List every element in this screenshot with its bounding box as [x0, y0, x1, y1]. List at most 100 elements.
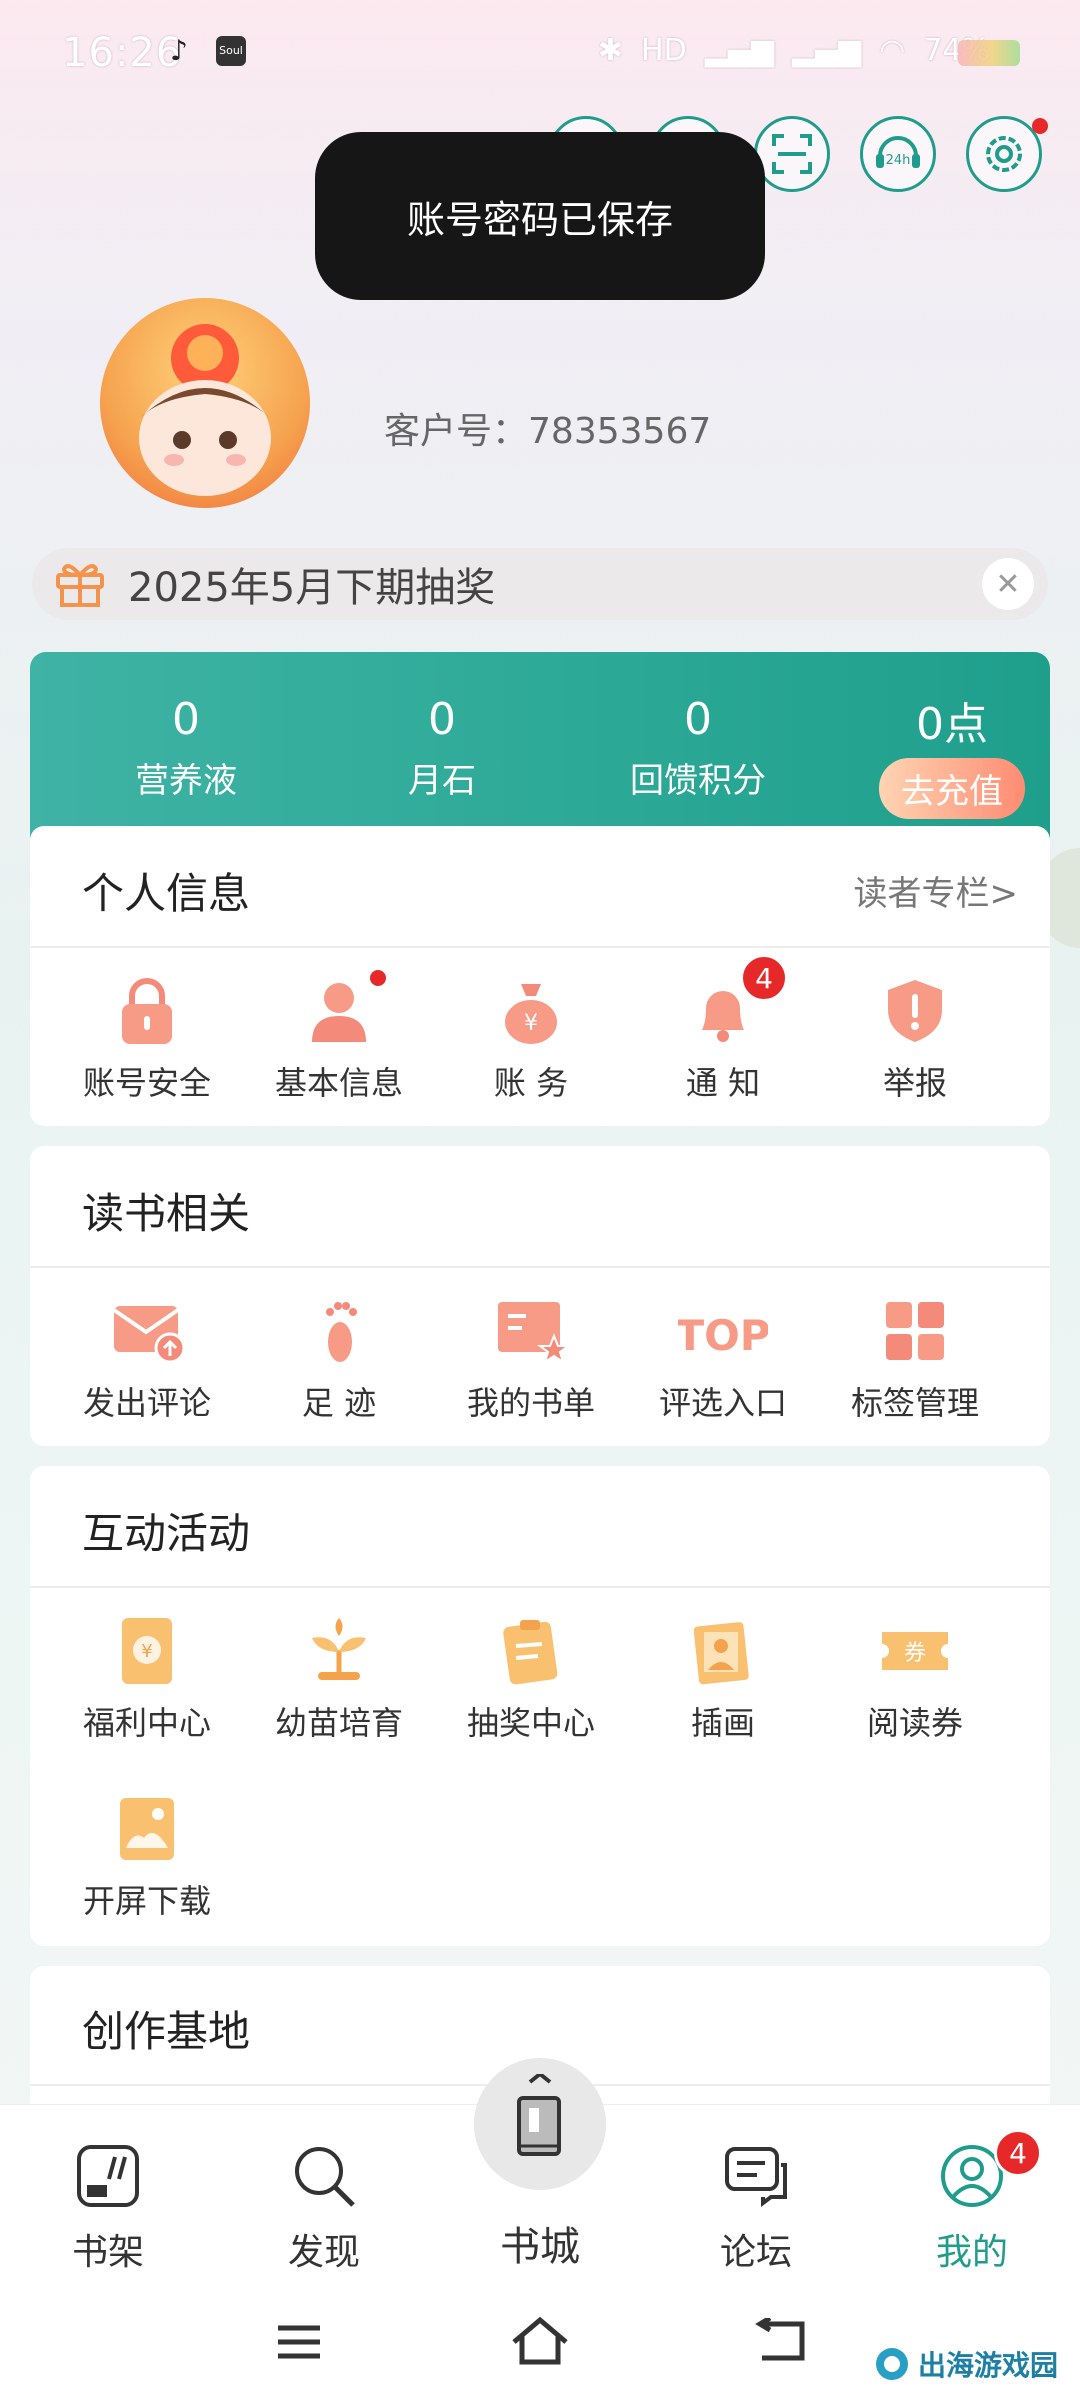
tag-management-item[interactable]: 标签管理 [820, 1296, 1010, 1424]
customer-id: 78353567 [528, 411, 712, 452]
svg-text:¥: ¥ [524, 1011, 538, 1036]
notification-badge: 4 [740, 954, 788, 1002]
watermark-text: 出海游戏园 [917, 2349, 1058, 2382]
stat-points[interactable]: 0 回馈积分 [598, 694, 798, 802]
personal-info-card: 个人信息 读者专栏> 账号安全 基本信息 ¥ 账 务 4 通 知 举报 [30, 826, 1050, 1126]
bluetooth-icon: ✱ [597, 32, 624, 68]
grid-icon [880, 1296, 950, 1366]
status-indicators: ✱ HD ▂▄▆ ▂▄▆ ◠ 74% [598, 30, 990, 70]
nav-label: 发现 [287, 2232, 360, 2273]
signal-icon: ▂▄▆ [704, 32, 774, 68]
illustration-item[interactable]: 插画 [628, 1616, 818, 1744]
avatar[interactable] [100, 298, 310, 508]
item-label: 足 迹 [301, 1384, 377, 1422]
wifi-icon: ◠ [879, 32, 906, 68]
welfare-center-item[interactable]: ¥ 福利中心 [52, 1616, 242, 1744]
reading-coupon-item[interactable]: 券 阅读券 [820, 1616, 1010, 1744]
red-envelope-icon: ¥ [112, 1616, 182, 1686]
tiktok-icon: ♪ [170, 34, 188, 67]
lottery-center-item[interactable]: 抽奖中心 [436, 1616, 626, 1744]
item-label: 福利中心 [82, 1704, 211, 1742]
menu-icon[interactable] [274, 2322, 324, 2362]
item-label: 插画 [690, 1704, 755, 1742]
customer-service-icon[interactable]: 24h [860, 116, 936, 192]
nav-forum[interactable]: 论坛 [686, 2141, 826, 2275]
close-icon[interactable]: ✕ [982, 558, 1034, 610]
activity-card: 互动活动 ¥ 福利中心 幼苗培育 抽奖中心 插画 券 阅读券 开屏下载 [30, 1466, 1050, 1946]
item-label: 开屏下载 [82, 1882, 211, 1920]
stats-card: 0 营养液 0 月石 0 回馈积分 0点 去充值 [30, 652, 1050, 842]
stat-value: 0 [684, 694, 712, 745]
report-item[interactable]: 举报 [820, 976, 1010, 1104]
scan-icon[interactable] [754, 116, 830, 192]
lottery-label: 2025年5月下期抽奖 [128, 565, 496, 611]
image-icon [112, 1794, 182, 1864]
stat-label: 月石 [408, 761, 476, 801]
nav-book-city[interactable] [474, 2058, 606, 2190]
user-icon [304, 970, 386, 1046]
top-icon: TOP [675, 1296, 770, 1366]
nav-discover[interactable]: 发现 [254, 2141, 394, 2275]
my-booklist-item[interactable]: 我的书单 [436, 1296, 626, 1424]
item-label: 幼苗培育 [274, 1704, 403, 1742]
soul-app-icon: Soul [216, 36, 246, 66]
selection-entry-item[interactable]: TOP 评选入口 [628, 1296, 818, 1424]
section-title: 创作基地 [82, 2007, 251, 2056]
svg-text:24h: 24h [886, 153, 911, 168]
envelope-icon [112, 1296, 186, 1366]
reader-column-link[interactable]: 读者专栏> [854, 866, 1019, 915]
nav-label: 书城 [500, 2224, 580, 2270]
section-title: 个人信息 [82, 869, 251, 918]
stat-moonstone[interactable]: 0 月石 [342, 694, 542, 802]
bookshelf-icon [77, 2145, 139, 2207]
divider [30, 946, 1050, 948]
post-comment-item[interactable]: 发出评论 [52, 1296, 242, 1424]
nav-label: 我的 [935, 2232, 1008, 2273]
footprint-item[interactable]: 足 迹 [244, 1296, 434, 1424]
chat-icon [725, 2147, 787, 2207]
stat-label: 营养液 [135, 761, 237, 801]
toast-message: 账号密码已保存 [315, 132, 765, 300]
stat-nutrient[interactable]: 0 营养液 [86, 694, 286, 802]
notifications-item[interactable]: 4 通 知 [628, 954, 818, 1104]
status-time: 16:26 [62, 30, 183, 76]
accounts-item[interactable]: ¥ 账 务 [436, 976, 626, 1104]
lock-icon [112, 976, 182, 1046]
notification-dot [370, 970, 386, 986]
profile-badge: 4 [994, 2129, 1042, 2177]
seedling-item[interactable]: 幼苗培育 [244, 1616, 434, 1744]
item-label: 发出评论 [82, 1384, 211, 1422]
gift-icon [56, 564, 104, 607]
svg-text:TOP: TOP [678, 1311, 768, 1360]
stat-value: 0 [428, 694, 456, 745]
basic-info-item[interactable]: 基本信息 [244, 970, 434, 1104]
home-icon[interactable] [510, 2316, 570, 2366]
coupon-icon: 券 [880, 1616, 950, 1686]
settings-icon[interactable] [966, 116, 1042, 192]
item-label: 举报 [882, 1064, 947, 1102]
item-label: 通 知 [685, 1064, 761, 1102]
section-title: 互动活动 [82, 1509, 251, 1558]
stat-value: 0点 [916, 699, 988, 750]
nav-profile[interactable]: 我的 4 [902, 2129, 1042, 2275]
back-icon[interactable] [752, 2318, 808, 2364]
booklist-icon [496, 1296, 571, 1366]
customer-label: 客户号： [384, 411, 529, 452]
signal-2-icon: ▂▄▆ [791, 32, 862, 68]
item-label: 基本信息 [274, 1064, 403, 1102]
warning-shield-icon [880, 976, 950, 1046]
item-label: 评选入口 [658, 1384, 787, 1422]
recharge-button[interactable]: 去充值 [879, 758, 1025, 819]
nav-bookshelf[interactable]: 书架 [38, 2141, 178, 2275]
item-label: 账号安全 [82, 1064, 211, 1102]
account-security-item[interactable]: 账号安全 [52, 976, 242, 1104]
customer-number: 客户号：78353567 [384, 402, 711, 454]
item-label: 我的书单 [466, 1384, 595, 1422]
stat-balance: 0点 去充值 [852, 688, 1052, 819]
splash-download-item[interactable]: 开屏下载 [52, 1794, 242, 1922]
lottery-banner[interactable]: 2025年5月下期抽奖 ✕ [32, 548, 1048, 620]
reading-card: 读书相关 发出评论 足 迹 我的书单 TOP 评选入口 标签管理 [30, 1146, 1050, 1446]
svg-text:¥: ¥ [141, 1641, 152, 1662]
clipboard-icon [496, 1616, 566, 1686]
divider [30, 1266, 1050, 1268]
